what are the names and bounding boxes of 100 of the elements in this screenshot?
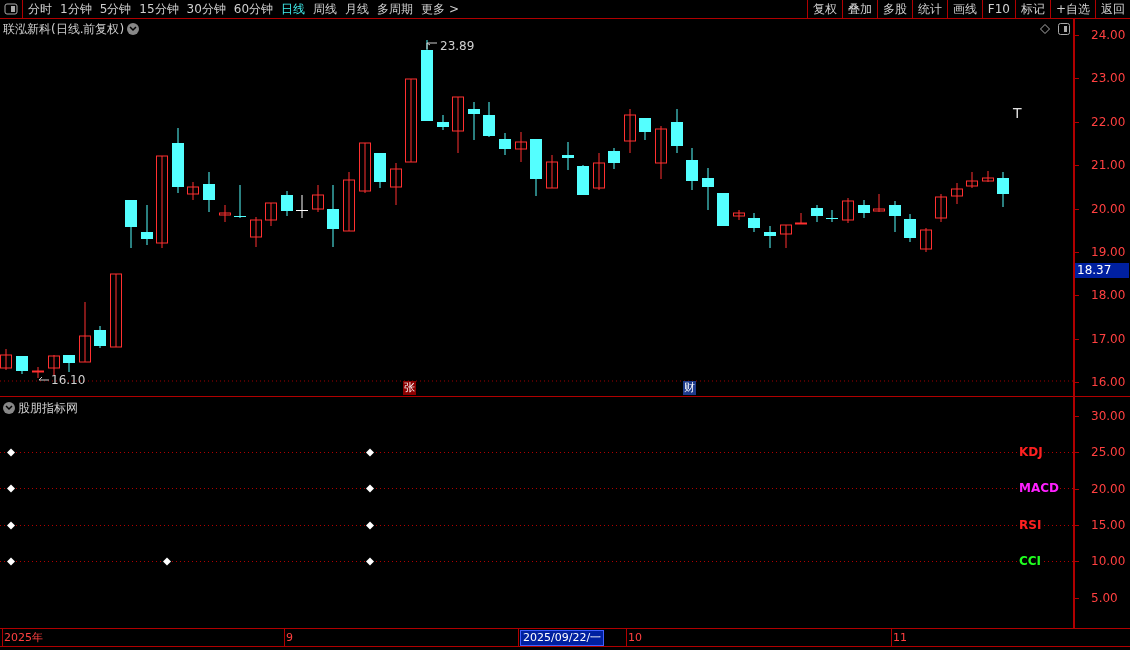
period-tab[interactable]: 15分钟 — [139, 0, 179, 18]
candle — [219, 204, 231, 223]
price-tick: 22.00 — [1091, 115, 1126, 128]
period-tab[interactable]: 日线 — [281, 0, 306, 18]
period-tab[interactable]: 更多 > — [421, 0, 459, 18]
period-tab[interactable]: 5分钟 — [99, 0, 132, 18]
pointer-arrow-icon — [426, 42, 438, 50]
candle — [748, 212, 760, 233]
indicator-tick: 20.00 — [1091, 482, 1126, 495]
candle — [359, 142, 371, 194]
signal-diamond-icon — [366, 484, 374, 493]
toolbar-button[interactable]: 复权 — [806, 0, 842, 18]
candle — [624, 108, 636, 154]
candle — [904, 213, 916, 243]
period-tab[interactable]: 周线 — [313, 0, 338, 18]
indicator-tick: 30.00 — [1091, 410, 1126, 422]
candle — [515, 131, 527, 163]
date-label: 11 — [893, 630, 907, 645]
toolbar-button[interactable]: 多股 — [876, 0, 912, 18]
period-tab[interactable]: 分时 — [28, 0, 52, 18]
indicator-tick: 25.00 — [1091, 446, 1126, 459]
candle — [187, 181, 199, 201]
candle — [920, 227, 932, 253]
candle — [79, 301, 91, 363]
candle — [889, 200, 901, 233]
candle — [842, 197, 854, 224]
date-label: 9 — [286, 630, 293, 645]
signal-diamond-icon — [163, 557, 171, 566]
signal-diamond-icon — [366, 557, 374, 566]
toolbar-button[interactable]: +自选 — [1049, 0, 1095, 18]
candle — [234, 184, 246, 219]
indicator-title: 股朋指标网 — [18, 400, 78, 417]
candle — [764, 225, 776, 249]
price-tick: 23.00 — [1091, 72, 1126, 85]
candle — [530, 138, 542, 197]
candle — [452, 96, 464, 154]
event-marker: 张 — [403, 381, 416, 395]
candle — [608, 147, 620, 170]
period-tab[interactable]: 1分钟 — [60, 0, 92, 18]
candle — [795, 212, 807, 225]
indicator-tick: 5.00 — [1091, 591, 1118, 604]
period-tab[interactable]: 多周期 — [377, 0, 414, 18]
candle — [935, 193, 947, 223]
candle — [48, 354, 60, 376]
candle — [562, 141, 574, 171]
period-tab[interactable]: 30分钟 — [186, 0, 226, 18]
candle — [686, 147, 698, 191]
price-tick: 20.00 — [1091, 202, 1126, 215]
dropdown-icon[interactable] — [3, 402, 15, 414]
candle — [733, 209, 745, 221]
candle — [63, 354, 75, 373]
candle — [717, 192, 729, 227]
panel-toggle-icon[interactable] — [1058, 23, 1070, 35]
price-tick: 19.00 — [1091, 246, 1126, 258]
toolbar-button[interactable]: 叠加 — [841, 0, 877, 18]
period-tab[interactable]: 60分钟 — [233, 0, 274, 18]
date-label: 2025年 — [4, 630, 43, 645]
candle — [32, 366, 44, 379]
candle — [546, 154, 558, 189]
price-tick: 18.00 — [1091, 289, 1126, 302]
stock-title: 联泓新科(日线.前复权) — [3, 21, 125, 38]
candle — [437, 114, 449, 131]
signal-diamond-icon — [7, 448, 15, 457]
indicator-label: KDJ — [1018, 446, 1044, 459]
candle — [811, 204, 823, 223]
signal-diamond-icon — [7, 484, 15, 493]
candle — [16, 355, 28, 375]
candle — [639, 117, 651, 141]
candle — [312, 184, 324, 213]
candle — [141, 204, 153, 246]
toolbar-button[interactable]: 统计 — [911, 0, 947, 18]
dropdown-icon[interactable] — [127, 23, 140, 35]
candle — [203, 171, 215, 213]
price-tick: 17.00 — [1091, 332, 1126, 345]
toolbar-button[interactable]: 返回 — [1095, 0, 1130, 18]
toolbar-button[interactable]: 标记 — [1014, 0, 1050, 18]
indicator-tick: 15.00 — [1091, 518, 1126, 531]
toolbar-button[interactable]: F10 — [981, 0, 1015, 18]
candle — [125, 199, 137, 249]
candle — [265, 202, 277, 227]
current-price-tag: 18.37 — [1075, 263, 1129, 278]
candle — [577, 164, 589, 196]
candle — [499, 132, 511, 156]
low-price-label: 16.10 — [51, 372, 86, 389]
candle — [702, 167, 714, 211]
price-tick: 21.00 — [1091, 159, 1126, 172]
candle — [483, 101, 495, 138]
toolbar-button[interactable]: 画线 — [946, 0, 982, 18]
candle — [0, 348, 12, 371]
diamond-icon[interactable] — [1040, 24, 1050, 34]
period-tab[interactable]: 月线 — [345, 0, 370, 18]
candle — [468, 101, 480, 141]
candle — [593, 152, 605, 191]
candle — [780, 224, 792, 249]
candle — [997, 171, 1009, 208]
candle — [374, 152, 386, 189]
signal-diamond-icon — [7, 557, 15, 566]
signal-diamond-icon — [7, 521, 15, 530]
candle — [390, 162, 402, 206]
date-label: 2025/09/22/一 — [520, 630, 605, 646]
